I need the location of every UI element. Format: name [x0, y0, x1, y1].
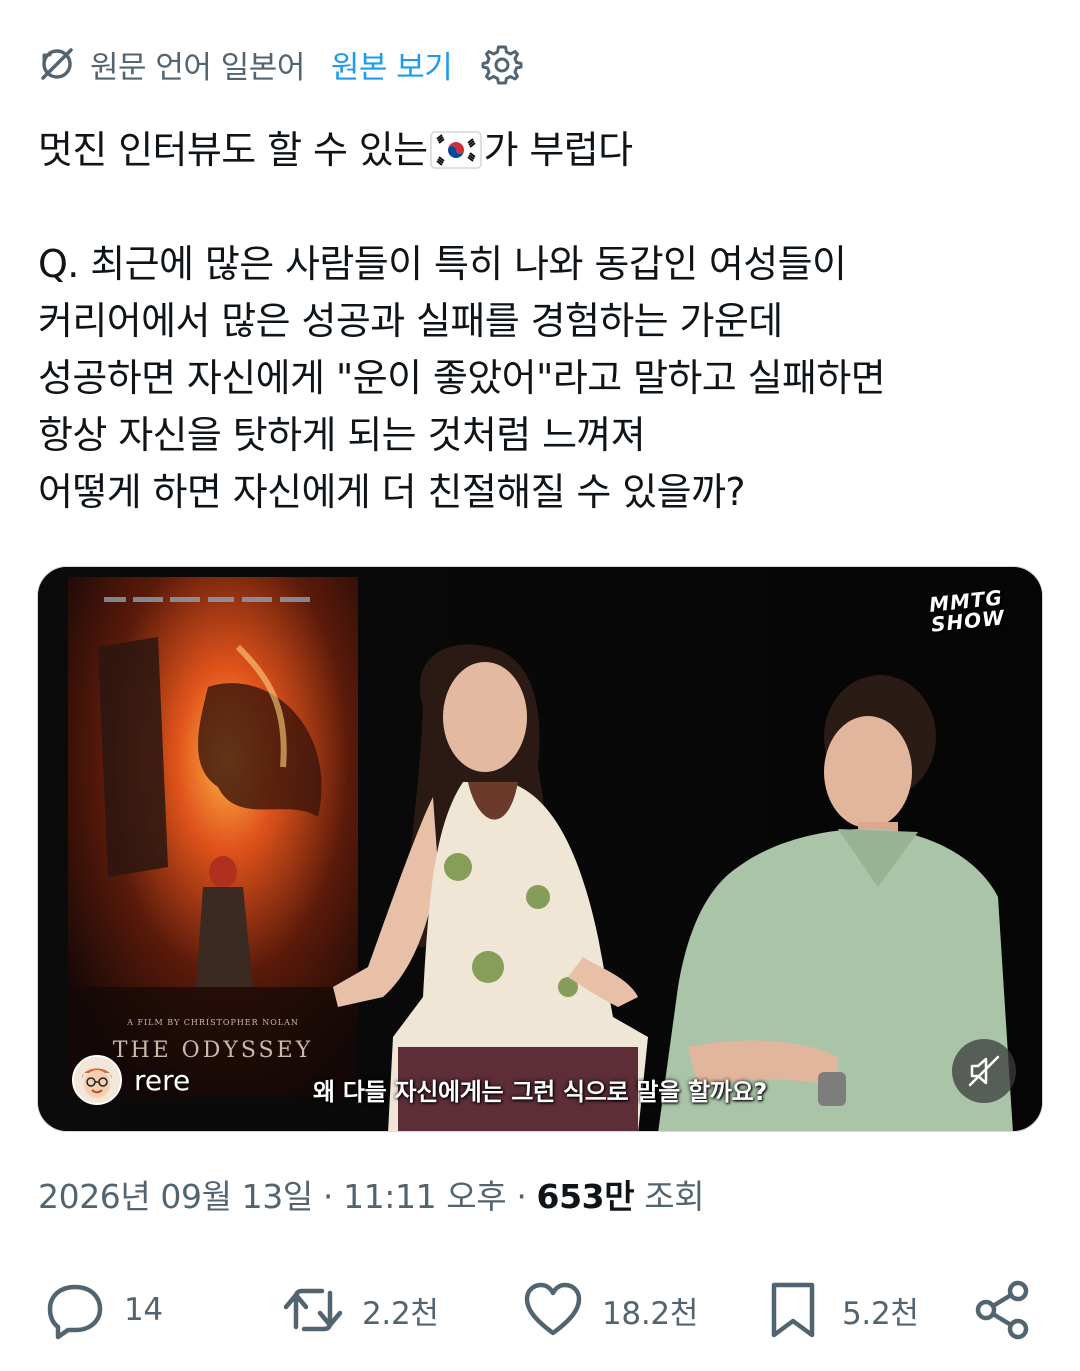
views-count: 653만 [536, 1177, 635, 1216]
video-caption: 왜 다들 자신에게는 그런 식으로 말을 할까요? [313, 1078, 767, 1106]
action-bar: 14 2.2천 18.2천 5.2천 [0, 1270, 1080, 1350]
speaker-muted-icon [968, 1055, 1000, 1087]
tweet-date[interactable]: 2026년 09월 13일 [38, 1177, 313, 1216]
retweet-count: 2.2천 [362, 1295, 439, 1332]
like-count: 18.2천 [602, 1295, 699, 1332]
mute-toggle-button[interactable] [952, 1039, 1016, 1103]
bookmark-button[interactable]: 5.2천 [762, 1270, 919, 1350]
meta-separator: · [312, 1177, 344, 1216]
brand-logo: MMTG SHOW [920, 585, 1014, 636]
tweet-line-1a: 멋진 인터뷰도 할 수 있는 [38, 128, 428, 172]
bookmark-count: 5.2천 [842, 1295, 919, 1332]
reply-button[interactable]: 14 [44, 1270, 163, 1350]
settings-icon[interactable] [480, 42, 524, 86]
retweet-icon [283, 1288, 343, 1332]
views-label: 조회 [634, 1177, 705, 1216]
tweet-meta: 2026년 09월 13일 · 11:11 오후 · 653만 조회 [38, 1170, 705, 1218]
heart-icon [524, 1282, 582, 1336]
south-korea-flag-emoji [429, 131, 482, 169]
translation-bar: 원문 언어 일본어 원본 보기 [38, 38, 524, 90]
original-language-label: 원문 언어 일본어 [90, 49, 305, 86]
retweet-button[interactable]: 2.2천 [282, 1270, 439, 1350]
tweet-line-1b: 가 부럽다 [483, 128, 634, 172]
reply-icon [47, 1284, 103, 1340]
translate-icon [41, 48, 73, 80]
tweet-text: 멋진 인터뷰도 할 수 있는 가 부럽다 Q. 최근에 많은 사람들이 특히 나… [38, 122, 1048, 521]
share-icon [975, 1280, 1029, 1340]
like-button[interactable]: 18.2천 [522, 1270, 698, 1350]
poster-subtitle: A FILM BY CHRISTOPHER NOLAN [126, 1018, 299, 1027]
movie-poster: A FILM BY CHRISTOPHER NOLAN THE ODYSSEY [68, 577, 358, 1097]
meta-separator: · [506, 1177, 537, 1216]
bookmark-icon [771, 1282, 815, 1338]
video-frame: A FILM BY CHRISTOPHER NOLAN THE ODYSSEY [38, 567, 1042, 1131]
tweet-time[interactable]: 11:11 오후 [343, 1177, 507, 1216]
video-player[interactable]: A FILM BY CHRISTOPHER NOLAN THE ODYSSEY [37, 566, 1043, 1132]
reply-count: 14 [124, 1292, 163, 1328]
share-button[interactable] [972, 1270, 1034, 1350]
tweet-question: Q. 최근에 많은 사람들이 특히 나와 동갑인 여성들이 커리어에서 많은 성… [38, 242, 886, 514]
view-original-link[interactable]: 원본 보기 [331, 42, 453, 87]
